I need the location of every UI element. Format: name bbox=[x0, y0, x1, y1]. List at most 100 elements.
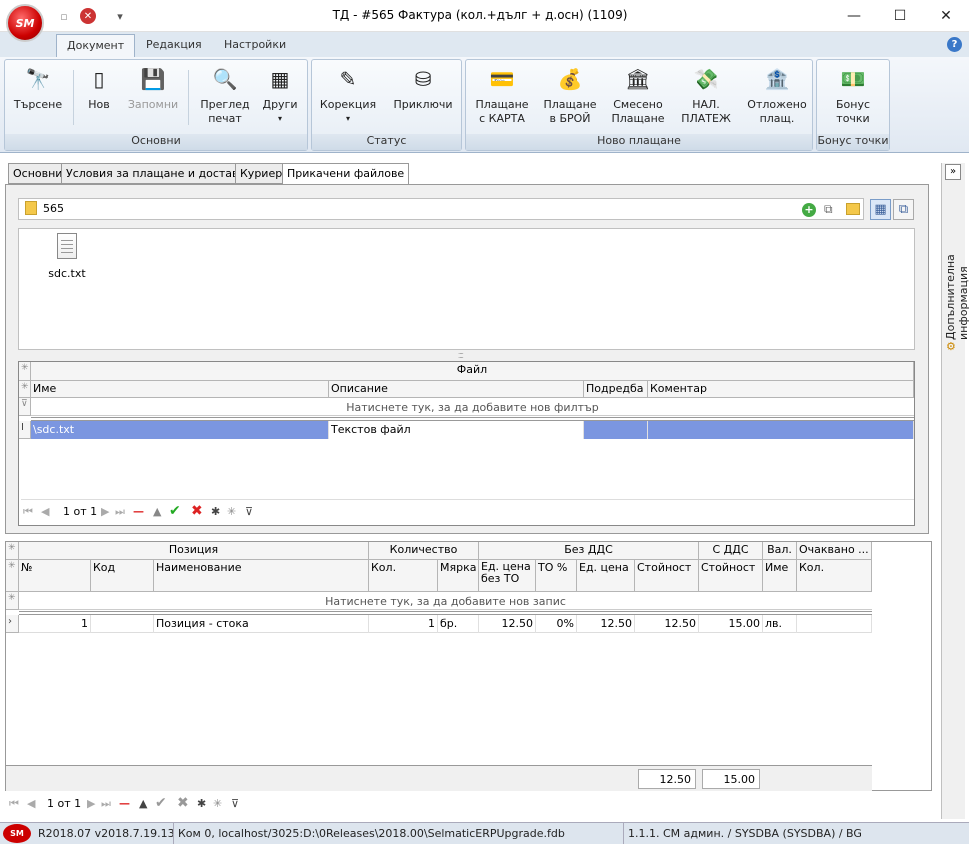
correction-button[interactable]: ✎ Корекция ▾ bbox=[318, 64, 378, 136]
confirm-icon[interactable]: ✔ bbox=[169, 503, 181, 519]
col-name[interactable]: Име bbox=[31, 381, 329, 398]
cell-qty[interactable]: 1 bbox=[369, 615, 438, 633]
tab-settings[interactable]: Настройки bbox=[214, 34, 296, 57]
search-button[interactable]: 🔭 Търсене bbox=[8, 64, 68, 136]
window-title: ТД - #565 Фактура (кол.+дълг + д.осн) (1… bbox=[332, 8, 628, 22]
pay-cash-button[interactable]: 💰 Плащане в БРОЙ bbox=[540, 64, 600, 136]
close-button[interactable]: ✕ bbox=[923, 0, 969, 31]
tab-payment-delivery[interactable]: Условия за плащане и доставка bbox=[61, 163, 257, 184]
col-unit[interactable]: Мярка bbox=[438, 560, 479, 592]
save-button[interactable]: 💾 Запомни bbox=[123, 64, 183, 136]
col-unit-price[interactable]: Ед. цена bbox=[577, 560, 635, 592]
col-to-pct[interactable]: ТО % bbox=[536, 560, 577, 592]
next-icon[interactable]: ▶ bbox=[87, 797, 95, 810]
app-logo[interactable]: SM bbox=[6, 4, 44, 42]
confirm-icon[interactable]: ✔ bbox=[155, 795, 167, 811]
file-item[interactable]: sdc.txt bbox=[43, 233, 91, 283]
asterisk-icon[interactable]: ✱ bbox=[211, 505, 220, 518]
totals-footer: 12.50 15.00 bbox=[6, 765, 872, 791]
minimize-button[interactable]: — bbox=[831, 0, 877, 31]
tab-basic[interactable]: Основни bbox=[8, 163, 68, 184]
asterisk-icon[interactable]: ✱ bbox=[197, 797, 206, 810]
close-doc-quick-icon[interactable]: ✕ bbox=[80, 8, 96, 24]
cell-order[interactable] bbox=[584, 421, 648, 439]
path-field[interactable]: 565 ▾ bbox=[18, 198, 864, 220]
col-no[interactable]: № bbox=[19, 560, 91, 592]
delete-icon[interactable]: — bbox=[133, 505, 144, 518]
cell-no[interactable]: 1 bbox=[19, 615, 91, 633]
copy-icon[interactable]: ⧉ bbox=[824, 202, 833, 217]
cell-name[interactable]: \sdc.txt bbox=[31, 421, 329, 439]
table-row[interactable]: 1 Позиция - стока 1 бр. 12.50 0% 12.50 1… bbox=[19, 615, 872, 633]
next-icon[interactable]: ▶ bbox=[101, 505, 109, 518]
col-value-vat[interactable]: Стойност bbox=[699, 560, 763, 592]
new-record-row[interactable]: Натиснете тук, за да добавите нов запис bbox=[19, 592, 872, 610]
tab-attachments[interactable]: Прикачени файлове bbox=[282, 163, 410, 185]
icons-view-icon[interactable]: ⧉ bbox=[893, 199, 914, 220]
new-record-icon[interactable]: ✳ bbox=[213, 797, 222, 810]
cell-unit[interactable]: бр. bbox=[438, 615, 479, 633]
pay-card-button[interactable]: 💳 Плащане с КАРТА bbox=[472, 64, 532, 136]
file-icons-area: sdc.txt bbox=[18, 228, 915, 350]
cell-to-pct[interactable]: 0% bbox=[536, 615, 577, 633]
cell-code[interactable] bbox=[91, 615, 154, 633]
tab-document[interactable]: Документ bbox=[56, 34, 136, 57]
maximize-button[interactable]: ☐ bbox=[877, 0, 923, 31]
col-name[interactable]: Наименование bbox=[154, 560, 369, 592]
other-button[interactable]: ▦ Други ▾ bbox=[250, 64, 310, 136]
new-button[interactable]: ▯ Нов bbox=[69, 64, 129, 136]
up-icon[interactable]: ▲ bbox=[139, 797, 147, 810]
first-icon[interactable]: ⏮ bbox=[9, 797, 19, 811]
side-panel-label[interactable]: Допълнителна информация bbox=[944, 200, 969, 340]
up-icon[interactable]: ▲ bbox=[153, 505, 161, 518]
prev-icon[interactable]: ◀ bbox=[27, 797, 35, 810]
col-comment[interactable]: Коментар bbox=[648, 381, 914, 398]
cash-icon: 💰 bbox=[557, 67, 583, 91]
save-quick-icon[interactable]: ▫ bbox=[56, 8, 72, 24]
col-currency-name[interactable]: Име bbox=[763, 560, 797, 592]
tab-edit[interactable]: Редакция bbox=[136, 34, 212, 57]
filter-icon[interactable]: ⊽ bbox=[231, 797, 239, 810]
col-description[interactable]: Описание bbox=[329, 381, 584, 398]
cell-description[interactable]: Текстов файл bbox=[329, 421, 584, 439]
cell-price-no-to[interactable]: 12.50 bbox=[479, 615, 536, 633]
prev-icon[interactable]: ◀ bbox=[41, 505, 49, 518]
cell-comment[interactable] bbox=[648, 421, 914, 439]
pay-mixed-button[interactable]: 🏛 Смесено Плащане bbox=[608, 64, 668, 136]
cancel-icon[interactable]: ✖ bbox=[191, 503, 203, 519]
col-qty[interactable]: Кол. bbox=[369, 560, 438, 592]
table-row[interactable]: \sdc.txt Текстов файл bbox=[31, 421, 914, 439]
col-expected-qty[interactable]: Кол. bbox=[797, 560, 872, 592]
open-folder-icon[interactable] bbox=[846, 203, 860, 215]
expand-panel-icon[interactable]: » bbox=[945, 164, 961, 180]
bonus-points-button[interactable]: 💵 Бонус точки bbox=[823, 64, 883, 136]
cell-value-vat[interactable]: 15.00 bbox=[699, 615, 763, 633]
cell-unit-price[interactable]: 12.50 bbox=[577, 615, 635, 633]
last-icon[interactable]: ⏭ bbox=[115, 505, 125, 519]
grid-view-icon[interactable]: ▦ bbox=[870, 199, 891, 220]
col-value[interactable]: Стойност bbox=[635, 560, 699, 592]
col-order[interactable]: Подредба bbox=[584, 381, 648, 398]
finish-button[interactable]: ⛁ Приключи bbox=[390, 64, 456, 136]
add-file-icon[interactable]: + bbox=[802, 203, 816, 217]
last-icon[interactable]: ⏭ bbox=[101, 797, 111, 811]
splitter-grip[interactable]: ⁚⁚⁚⁚ bbox=[458, 352, 464, 360]
pay-deferred-button[interactable]: 🏦 Отложено плащ. bbox=[744, 64, 810, 136]
col-code[interactable]: Код bbox=[91, 560, 154, 592]
new-record-icon[interactable]: ✳ bbox=[227, 505, 236, 518]
cell-value[interactable]: 12.50 bbox=[635, 615, 699, 633]
col-price-no-to[interactable]: Ед. цена без ТО bbox=[479, 560, 536, 592]
cell-expected-qty[interactable] bbox=[797, 615, 872, 633]
cell-name[interactable]: Позиция - стока bbox=[154, 615, 369, 633]
help-icon[interactable]: ? bbox=[947, 37, 962, 52]
pay-cod-button[interactable]: 💸 НАЛ. ПЛАТЕЖ bbox=[676, 64, 736, 136]
delete-icon[interactable]: — bbox=[119, 797, 130, 810]
first-icon[interactable]: ⏮ bbox=[23, 505, 33, 519]
tab-courier[interactable]: Куриер bbox=[235, 163, 288, 184]
cancel-icon[interactable]: ✖ bbox=[177, 795, 189, 811]
filter-row[interactable]: Натиснете тук, за да добавите нов филтър bbox=[31, 398, 914, 416]
cell-currency[interactable]: лв. bbox=[763, 615, 797, 633]
filter-icon[interactable]: ⊽ bbox=[245, 505, 253, 518]
customize-quick-icon[interactable]: ▾ bbox=[112, 8, 128, 24]
print-preview-button[interactable]: 🔍 Преглед печат bbox=[195, 64, 255, 136]
